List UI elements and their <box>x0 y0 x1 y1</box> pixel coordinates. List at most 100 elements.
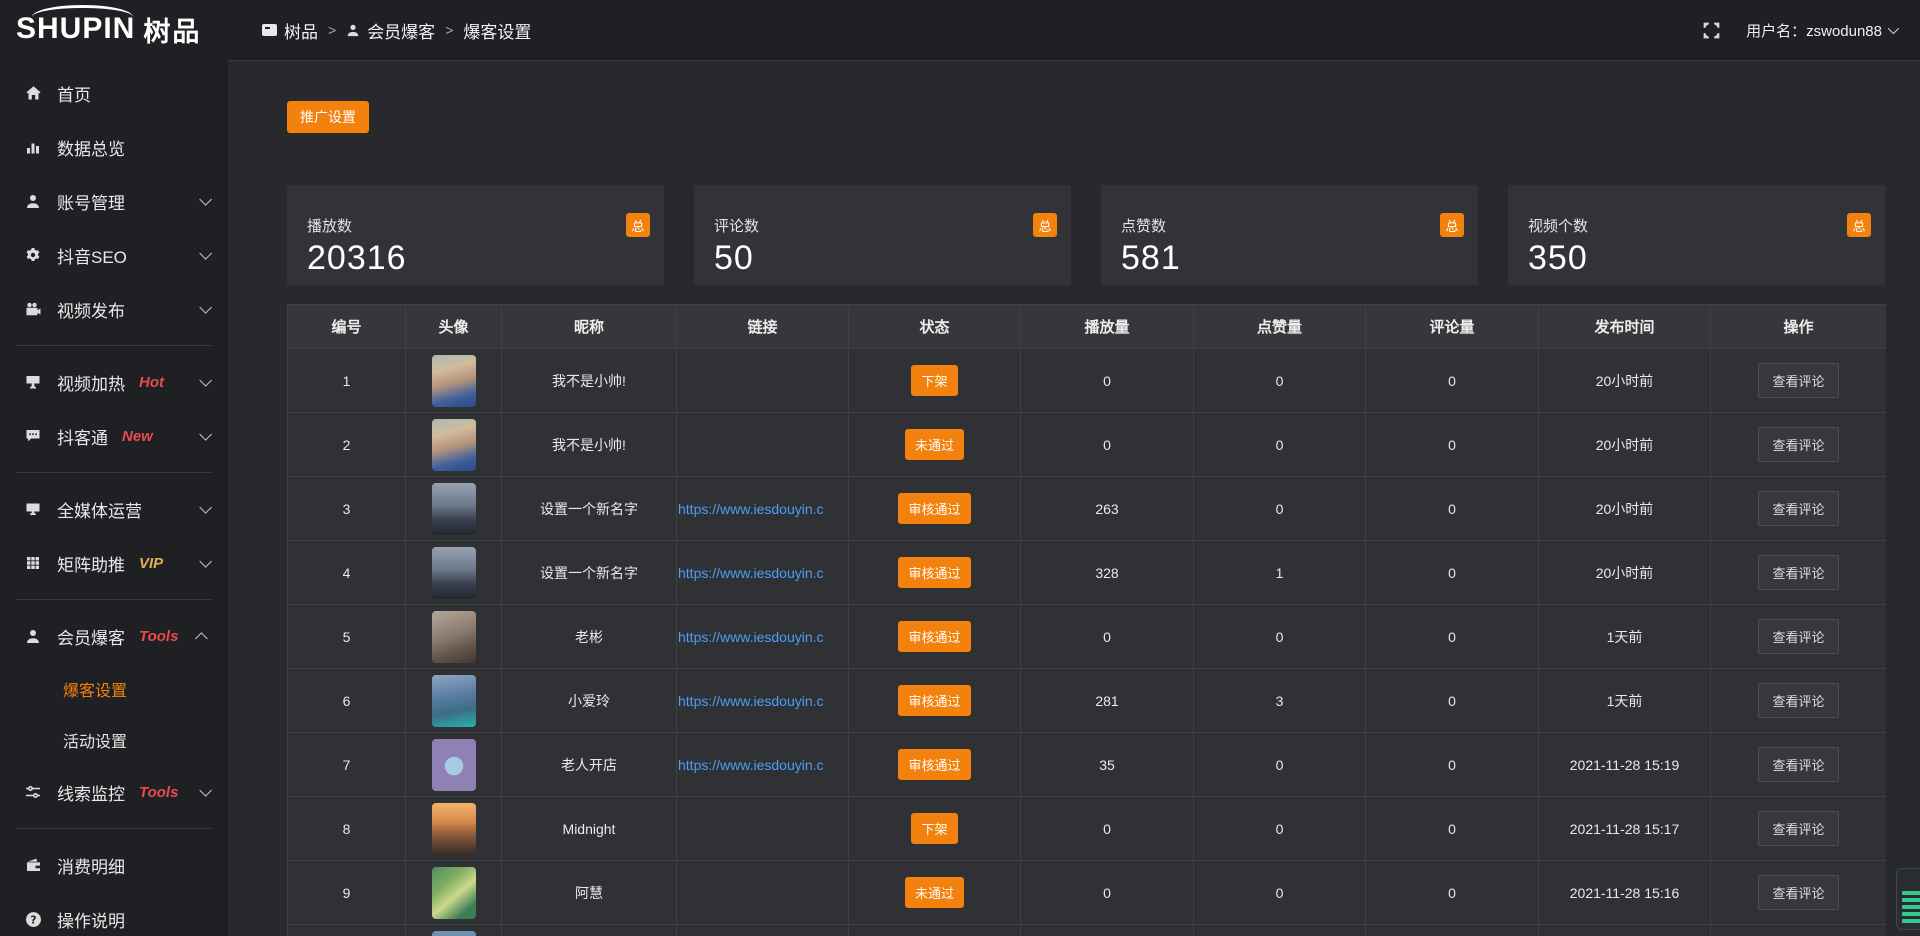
breadcrumb-item-current[interactable]: 爆客设置 <box>463 18 531 43</box>
video-table: 编号 头像 昵称 链接 状态 播放量 点赞量 评论量 发布时间 操作 1 <box>287 304 1886 936</box>
chevron-down-icon <box>199 301 212 314</box>
stat-label: 点赞数 <box>1121 215 1462 236</box>
cell-avatar <box>406 349 502 413</box>
view-comments-button[interactable]: 查看评论 <box>1758 363 1838 398</box>
username-dropdown[interactable]: 用户名：zswodun88 <box>1746 20 1896 41</box>
sidebar-item-video-heating[interactable]: 视频加热 Hot <box>0 355 228 409</box>
cell-likes: 0 <box>1194 349 1366 413</box>
user-icon <box>24 193 42 209</box>
cell-nickname <box>502 925 677 936</box>
cell-status: 审核通过 <box>849 733 1021 797</box>
col-header: 评论量 <box>1366 305 1539 349</box>
cell-status: 未通过 <box>849 413 1021 477</box>
cell-action: 查看评论 <box>1711 797 1887 861</box>
col-header: 状态 <box>849 305 1021 349</box>
view-comments-button[interactable]: 查看评论 <box>1758 491 1838 526</box>
status-badge[interactable]: 审核通过 <box>898 557 970 588</box>
cell-plays: 328 <box>1021 541 1194 605</box>
cell-avatar <box>406 413 502 477</box>
sidebar-item-instructions[interactable]: ? 操作说明 <box>0 892 228 936</box>
status-badge[interactable]: 审核通过 <box>898 685 970 716</box>
status-badge[interactable]: 未通过 <box>905 429 964 460</box>
cell-link <box>677 413 849 477</box>
sidebar-item-all-media[interactable]: 全媒体运营 <box>0 482 228 536</box>
sidebar-item-douyin-seo[interactable]: 抖音SEO <box>0 228 228 282</box>
stat-value: 581 <box>1121 239 1462 278</box>
sidebar-item-consumption-details[interactable]: 消费明细 <box>0 838 228 892</box>
sidebar-item-member-baoke[interactable]: 会员爆客 Tools <box>0 609 228 663</box>
cell-likes: 0 <box>1194 797 1366 861</box>
cell-avatar <box>406 669 502 733</box>
video-link[interactable]: https://www.iesdouyin.c <box>678 693 824 709</box>
cell-likes: 0 <box>1194 413 1366 477</box>
cell-time: 20小时前 <box>1539 541 1711 605</box>
view-comments-button[interactable]: 查看评论 <box>1758 683 1838 718</box>
sidebar-item-home[interactable]: 首页 <box>0 66 228 120</box>
status-badge[interactable]: 未通过 <box>905 877 964 908</box>
view-comments-button[interactable]: 查看评论 <box>1758 619 1838 654</box>
user-icon <box>24 628 42 644</box>
sidebar-item-matrix-boost[interactable]: 矩阵助推 VIP <box>0 536 228 590</box>
col-header: 播放量 <box>1021 305 1194 349</box>
floating-widget[interactable] <box>1896 868 1920 930</box>
table-row: 7 老人开店 https://www.iesdouyin.c 审核通过 35 0… <box>288 733 1887 797</box>
status-badge[interactable]: 审核通过 <box>898 621 970 652</box>
breadcrumb-separator: > <box>328 22 336 38</box>
sidebar-subitem-activity-settings[interactable]: 活动设置 <box>0 714 228 765</box>
logo-text-zh: 树品 <box>143 10 201 49</box>
breadcrumb-label: 会员爆客 <box>367 18 435 43</box>
logo-text-en: SHUPIN <box>16 14 135 44</box>
stat-card-comments: 评论数 50 总 <box>694 185 1071 285</box>
view-comments-button[interactable]: 查看评论 <box>1758 555 1838 590</box>
video-link[interactable]: https://www.iesdouyin.c <box>678 629 824 645</box>
sidebar-item-account-management[interactable]: 账号管理 <box>0 174 228 228</box>
view-comments-button[interactable]: 查看评论 <box>1758 747 1838 782</box>
status-badge[interactable]: 审核通过 <box>898 749 970 780</box>
cell-time: 1天前 <box>1539 605 1711 669</box>
sidebar-item-video-publish[interactable]: 视频发布 <box>0 282 228 336</box>
video-link[interactable]: https://www.iesdouyin.c <box>678 565 824 581</box>
logo[interactable]: SHUPIN 树品 <box>0 0 228 58</box>
cell-comments: 0 <box>1366 797 1539 861</box>
monitor-icon <box>24 501 42 517</box>
breadcrumb-item-member[interactable]: 会员爆客 <box>346 18 435 43</box>
home-icon <box>24 85 42 101</box>
cell-time: 2021-11-28 15:19 <box>1539 733 1711 797</box>
cell-likes: 1 <box>1194 541 1366 605</box>
cell-avatar <box>406 477 502 541</box>
grid-icon <box>24 555 42 571</box>
breadcrumb: 树品 > 会员爆客 > 爆客设置 <box>262 0 531 60</box>
sidebar-item-lead-monitoring[interactable]: 线索监控 Tools <box>0 765 228 819</box>
fullscreen-icon[interactable] <box>1703 22 1720 39</box>
stat-value: 350 <box>1528 239 1869 278</box>
view-comments-button[interactable]: 查看评论 <box>1758 875 1838 910</box>
table-row: 4 设置一个新名字 https://www.iesdouyin.c 审核通过 3… <box>288 541 1887 605</box>
cell-status: 审核通过 <box>849 669 1021 733</box>
video-link[interactable]: https://www.iesdouyin.c <box>678 501 824 517</box>
stat-card-likes: 点赞数 581 总 <box>1101 185 1478 285</box>
cell-plays: 0 <box>1021 349 1194 413</box>
cell-comments: 0 <box>1366 413 1539 477</box>
sidebar-item-data-overview[interactable]: 数据总览 <box>0 120 228 174</box>
table-row: 1 我不是小帅! 下架 0 0 0 20小时前 查看评论 <box>288 349 1887 413</box>
sidebar-subitem-baoke-settings[interactable]: 爆客设置 <box>0 663 228 714</box>
cell-no: 4 <box>288 541 406 605</box>
cell-action: 查看评论 <box>1711 669 1887 733</box>
promotion-settings-button[interactable]: 推广设置 <box>287 101 369 133</box>
breadcrumb-label: 树品 <box>284 18 318 43</box>
video-link[interactable]: https://www.iesdouyin.c <box>678 757 824 773</box>
cell-comments: 0 <box>1366 349 1539 413</box>
cell-avatar <box>406 541 502 605</box>
status-badge[interactable]: 下架 <box>911 365 957 396</box>
cell-comments: 0 <box>1366 669 1539 733</box>
breadcrumb-item-home[interactable]: 树品 <box>262 18 318 43</box>
view-comments-button[interactable]: 查看评论 <box>1758 427 1838 462</box>
view-comments-button[interactable]: 查看评论 <box>1758 811 1838 846</box>
status-badge[interactable]: 审核通过 <box>898 493 970 524</box>
vip-badge: VIP <box>139 555 163 572</box>
stat-label: 评论数 <box>714 215 1055 236</box>
sidebar-item-douketong[interactable]: 抖客通 New <box>0 409 228 463</box>
sidebar-menu: 首页 数据总览 账号管理 抖音SEO 视频发布 <box>0 58 228 936</box>
avatar <box>432 483 476 535</box>
status-badge[interactable]: 下架 <box>911 813 957 844</box>
